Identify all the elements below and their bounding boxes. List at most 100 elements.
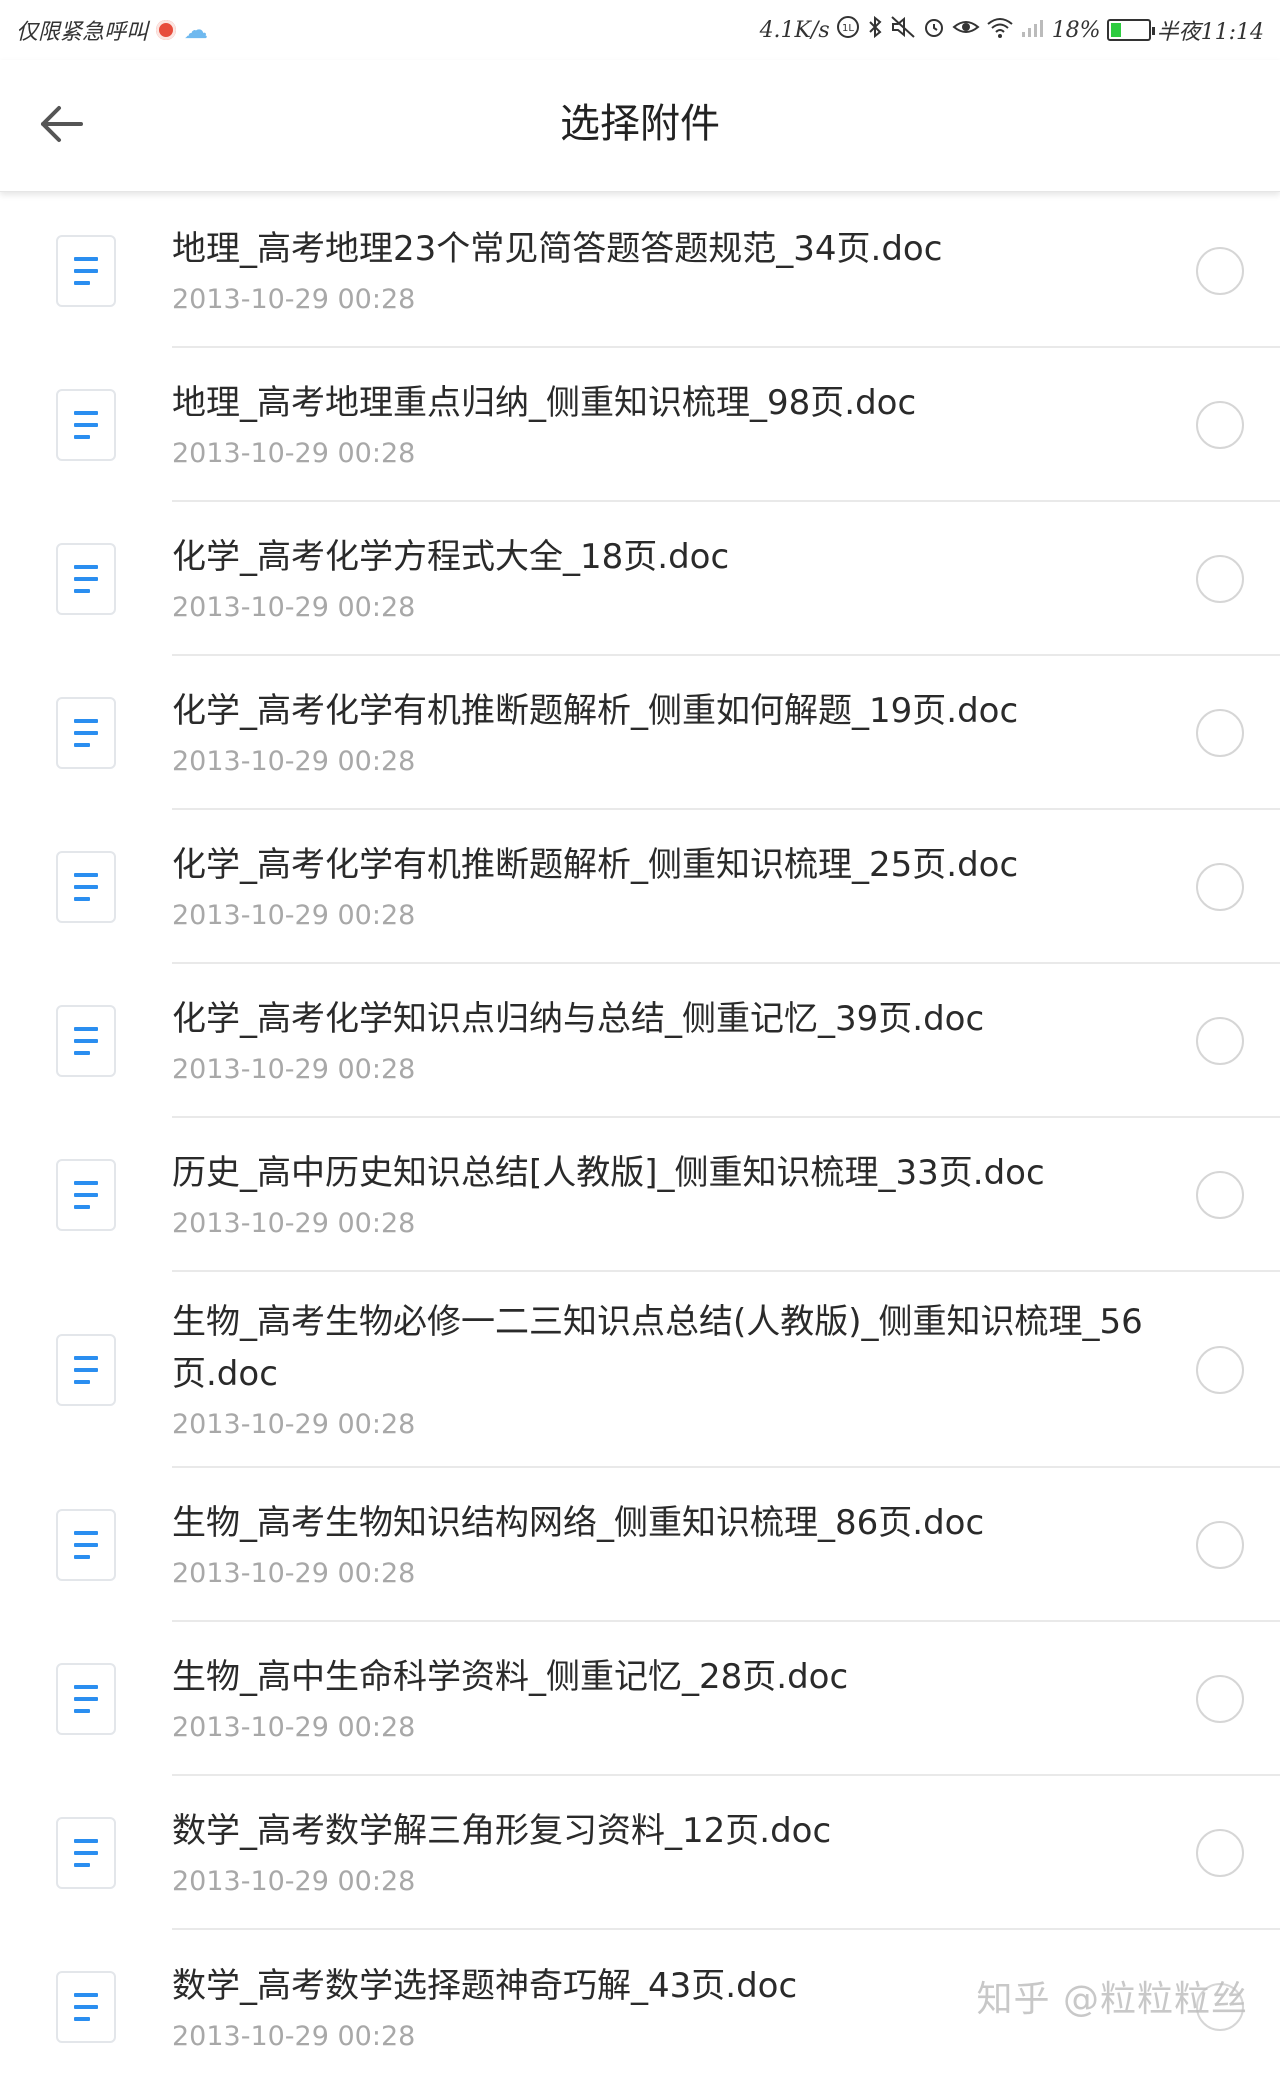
document-icon [56, 1817, 116, 1889]
file-list-item[interactable]: 数学_高考数学解三角形复习资料_12页.doc 2013-10-29 00:28 [0, 1776, 1280, 1930]
select-radio[interactable] [1196, 1017, 1244, 1065]
file-name: 化学_高考化学有机推断题解析_侧重如何解题_19页.doc [172, 685, 1160, 737]
alarm-icon [922, 15, 946, 45]
document-icon [56, 235, 116, 307]
doc-icon-wrap [0, 1663, 172, 1735]
notification-app-icon [156, 20, 176, 40]
file-text: 生物_高中生命科学资料_侧重记忆_28页.doc 2013-10-29 00:28 [172, 1622, 1280, 1776]
select-radio[interactable] [1196, 863, 1244, 911]
select-radio[interactable] [1196, 555, 1244, 603]
file-name: 历史_高中历史知识总结[人教版]_侧重知识梳理_33页.doc [172, 1147, 1160, 1199]
file-date: 2013-10-29 00:28 [172, 899, 1160, 933]
file-list-item[interactable]: 生物_高中生命科学资料_侧重记忆_28页.doc 2013-10-29 00:28 [0, 1622, 1280, 1776]
file-date: 2013-10-29 00:28 [172, 1053, 1160, 1087]
file-list: 地理_高考地理23个常见简答题答题规范_34页.doc 2013-10-29 00… [0, 194, 1280, 2084]
file-text: 数学_高考数学解三角形复习资料_12页.doc 2013-10-29 00:28 [172, 1776, 1280, 1930]
file-name: 生物_高中生命科学资料_侧重记忆_28页.doc [172, 1651, 1160, 1703]
status-bar-left: 仅限紧急呼叫 ☁ [16, 14, 208, 46]
hd-icon: 1L [836, 15, 860, 45]
bluetooth-icon [866, 15, 884, 45]
document-icon [56, 1005, 116, 1077]
document-icon [56, 1159, 116, 1231]
cell-signal-icon [1020, 15, 1046, 45]
file-text: 地理_高考地理重点归纳_侧重知识梳理_98页.doc 2013-10-29 00:… [172, 348, 1280, 502]
document-icon [56, 1663, 116, 1735]
select-radio[interactable] [1196, 1521, 1244, 1569]
file-date: 2013-10-29 00:28 [172, 1711, 1160, 1745]
file-date: 2013-10-29 00:28 [172, 1207, 1160, 1241]
file-list-item[interactable]: 化学_高考化学知识点归纳与总结_侧重记忆_39页.doc 2013-10-29 0… [0, 964, 1280, 1118]
file-text: 生物_高考生物必修一二三知识点总结(人教版)_侧重知识梳理_56页.doc 201… [172, 1272, 1280, 1468]
battery-icon [1107, 19, 1151, 41]
doc-icon-wrap [0, 389, 172, 461]
doc-icon-wrap [0, 697, 172, 769]
mute-icon [890, 15, 916, 45]
doc-icon-wrap [0, 1005, 172, 1077]
select-radio[interactable] [1196, 709, 1244, 757]
file-list-item[interactable]: 地理_高考地理23个常见简答题答题规范_34页.doc 2013-10-29 00… [0, 194, 1280, 348]
file-list-item[interactable]: 历史_高中历史知识总结[人教版]_侧重知识梳理_33页.doc 2013-10-2… [0, 1118, 1280, 1272]
toolbar: 选择附件 [0, 60, 1280, 192]
document-icon [56, 1971, 116, 2043]
battery-percent: 18% [1052, 18, 1101, 43]
file-list-item[interactable]: 化学_高考化学有机推断题解析_侧重如何解题_19页.doc 2013-10-29 … [0, 656, 1280, 810]
document-icon [56, 1334, 116, 1406]
file-date: 2013-10-29 00:28 [172, 283, 1160, 317]
file-text: 化学_高考化学有机推断题解析_侧重如何解题_19页.doc 2013-10-29 … [172, 656, 1280, 810]
file-list-item[interactable]: 生物_高考生物必修一二三知识点总结(人教版)_侧重知识梳理_56页.doc 201… [0, 1272, 1280, 1468]
doc-icon-wrap [0, 1971, 172, 2043]
select-radio[interactable] [1196, 1829, 1244, 1877]
document-icon [56, 697, 116, 769]
file-text: 历史_高中历史知识总结[人教版]_侧重知识梳理_33页.doc 2013-10-2… [172, 1118, 1280, 1272]
select-radio[interactable] [1196, 1675, 1244, 1723]
doc-icon-wrap [0, 235, 172, 307]
file-date: 2013-10-29 00:28 [172, 1408, 1160, 1442]
file-name: 生物_高考生物必修一二三知识点总结(人教版)_侧重知识梳理_56页.doc [172, 1296, 1160, 1400]
file-text: 地理_高考地理23个常见简答题答题规范_34页.doc 2013-10-29 00… [172, 194, 1280, 348]
document-icon [56, 851, 116, 923]
doc-icon-wrap [0, 1334, 172, 1406]
file-date: 2013-10-29 00:28 [172, 591, 1160, 625]
doc-icon-wrap [0, 1817, 172, 1889]
doc-icon-wrap [0, 543, 172, 615]
file-name: 地理_高考地理23个常见简答题答题规范_34页.doc [172, 223, 1160, 275]
file-date: 2013-10-29 00:28 [172, 745, 1160, 779]
file-name: 化学_高考化学有机推断题解析_侧重知识梳理_25页.doc [172, 839, 1160, 891]
file-list-item[interactable]: 化学_高考化学方程式大全_18页.doc 2013-10-29 00:28 [0, 502, 1280, 656]
status-bar-right: 4.1K/s 1L 18% 半夜11:14 [760, 14, 1264, 46]
file-name: 化学_高考化学知识点归纳与总结_侧重记忆_39页.doc [172, 993, 1160, 1045]
status-bar: 仅限紧急呼叫 ☁ 4.1K/s 1L 18% 半夜11:14 [0, 0, 1280, 60]
file-name: 生物_高考生物知识结构网络_侧重知识梳理_86页.doc [172, 1497, 1160, 1549]
doc-icon-wrap [0, 851, 172, 923]
file-text: 化学_高考化学方程式大全_18页.doc 2013-10-29 00:28 [172, 502, 1280, 656]
file-date: 2013-10-29 00:28 [172, 1865, 1160, 1899]
file-date: 2013-10-29 00:28 [172, 1557, 1160, 1591]
file-date: 2013-10-29 00:28 [172, 437, 1160, 471]
file-list-item[interactable]: 地理_高考地理重点归纳_侧重知识梳理_98页.doc 2013-10-29 00:… [0, 348, 1280, 502]
select-radio[interactable] [1196, 247, 1244, 295]
carrier-text: 仅限紧急呼叫 [16, 14, 148, 46]
document-icon [56, 389, 116, 461]
network-speed: 4.1K/s [760, 18, 830, 43]
select-radio[interactable] [1196, 401, 1244, 449]
file-list-item[interactable]: 生物_高考生物知识结构网络_侧重知识梳理_86页.doc 2013-10-29 0… [0, 1468, 1280, 1622]
hd-badge-text: 1L [842, 23, 854, 34]
file-list-item[interactable]: 化学_高考化学有机推断题解析_侧重知识梳理_25页.doc 2013-10-29 … [0, 810, 1280, 964]
battery-level [1111, 23, 1122, 37]
watermark: 知乎 @粒粒粒丝 [977, 1970, 1248, 2022]
doc-icon-wrap [0, 1509, 172, 1581]
select-radio[interactable] [1196, 1346, 1244, 1394]
document-icon [56, 1509, 116, 1581]
page-title: 选择附件 [0, 60, 1280, 180]
wifi-icon [986, 15, 1014, 45]
clock: 半夜11:14 [1157, 14, 1264, 46]
file-date: 2013-10-29 00:28 [172, 2020, 1160, 2054]
document-icon [56, 543, 116, 615]
select-radio[interactable] [1196, 1171, 1244, 1219]
file-name: 数学_高考数学解三角形复习资料_12页.doc [172, 1805, 1160, 1857]
file-name: 地理_高考地理重点归纳_侧重知识梳理_98页.doc [172, 377, 1160, 429]
doc-icon-wrap [0, 1159, 172, 1231]
file-name: 化学_高考化学方程式大全_18页.doc [172, 531, 1160, 583]
weather-icon: ☁ [184, 16, 208, 44]
file-text: 生物_高考生物知识结构网络_侧重知识梳理_86页.doc 2013-10-29 0… [172, 1468, 1280, 1622]
